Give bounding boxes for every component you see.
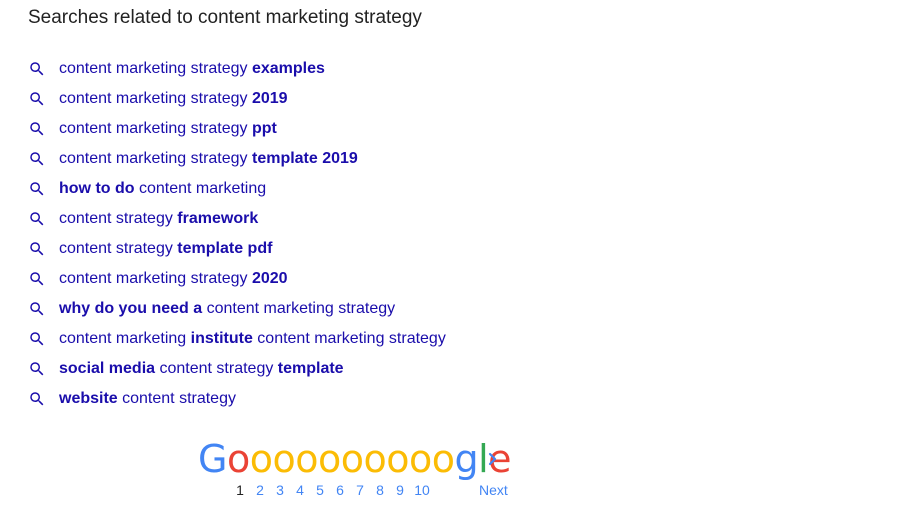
- logo-letter: o: [249, 437, 273, 481]
- related-search-item[interactable]: social media content strategy template: [28, 354, 446, 384]
- related-search-link[interactable]: content strategy template pdf: [59, 240, 272, 258]
- search-icon: [28, 270, 46, 288]
- query-bold-segment: institute: [190, 330, 253, 347]
- query-bold-segment: 2019: [251, 90, 288, 107]
- page-link[interactable]: 3: [270, 482, 290, 498]
- related-searches-list: content marketing strategy examples conte…: [28, 54, 446, 414]
- related-search-item[interactable]: content marketing strategy 2019: [28, 84, 446, 114]
- logo-letter: g: [454, 437, 479, 481]
- related-search-item[interactable]: content strategy framework: [28, 204, 446, 234]
- query-bold-segment: social media: [59, 360, 156, 377]
- related-search-link[interactable]: how to do content marketing: [59, 180, 266, 198]
- search-icon: [28, 90, 46, 108]
- logo-letter: o: [363, 437, 387, 481]
- search-icon: [28, 240, 46, 258]
- page-link[interactable]: 5: [310, 482, 330, 498]
- related-search-link[interactable]: content marketing strategy ppt: [59, 120, 277, 138]
- logo-letter: o: [408, 437, 432, 481]
- query-bold-segment: template 2019: [251, 150, 358, 167]
- search-icon: [28, 330, 46, 348]
- logo-letter: o: [317, 437, 341, 481]
- related-search-item[interactable]: content marketing strategy ppt: [28, 114, 446, 144]
- page-link[interactable]: 6: [330, 482, 350, 498]
- query-segment: content strategy: [117, 390, 236, 407]
- related-search-item[interactable]: website content strategy: [28, 384, 446, 414]
- related-search-link[interactable]: why do you need a content marketing stra…: [59, 300, 395, 318]
- related-search-link[interactable]: content marketing strategy 2019: [59, 90, 288, 108]
- related-search-item[interactable]: content marketing strategy template 2019: [28, 144, 446, 174]
- related-search-item[interactable]: content strategy template pdf: [28, 234, 446, 264]
- logo-letter: o: [386, 437, 409, 481]
- related-search-item[interactable]: content marketing strategy examples: [28, 54, 446, 84]
- query-bold-segment: framework: [177, 210, 259, 227]
- query-segment: content marketing: [59, 330, 191, 347]
- query-segment: content marketing: [134, 180, 267, 197]
- query-bold-segment: template pdf: [177, 240, 273, 257]
- search-icon: [28, 150, 46, 168]
- search-icon: [28, 360, 46, 378]
- query-segment: content marketing strategy: [202, 300, 396, 317]
- query-bold-segment: website: [59, 390, 118, 407]
- pagination: Goooooooooogle 1 2 3 4 5 6 7 8 9 10 Next: [0, 437, 905, 507]
- google-pagination-logo: Goooooooooogle: [198, 437, 512, 481]
- logo-letter: o: [226, 437, 250, 481]
- page-link[interactable]: 4: [290, 482, 310, 498]
- related-search-link[interactable]: content marketing strategy template 2019: [59, 150, 358, 168]
- query-segment: content marketing strategy: [59, 270, 252, 287]
- query-bold-segment: template: [277, 360, 344, 377]
- related-search-item[interactable]: how to do content marketing: [28, 174, 446, 204]
- logo-letter: o: [295, 437, 318, 481]
- chevron-right-icon[interactable]: [486, 449, 500, 469]
- page-numbers: 1 2 3 4 5 6 7 8 9 10: [230, 482, 434, 498]
- related-search-item[interactable]: content marketing institute content mark…: [28, 324, 446, 354]
- related-search-link[interactable]: social media content strategy template: [59, 360, 344, 378]
- page-link[interactable]: 10: [410, 482, 434, 498]
- query-bold-segment: ppt: [251, 120, 277, 137]
- related-search-link[interactable]: website content strategy: [59, 390, 236, 408]
- related-search-item[interactable]: why do you need a content marketing stra…: [28, 294, 446, 324]
- page-link[interactable]: 7: [350, 482, 370, 498]
- related-searches-heading: Searches related to content marketing st…: [28, 7, 422, 28]
- query-segment: content marketing strategy: [59, 150, 252, 167]
- query-segment: content strategy: [59, 240, 178, 257]
- query-segment: content strategy: [59, 210, 178, 227]
- search-icon: [28, 180, 46, 198]
- query-bold-segment: examples: [251, 60, 325, 77]
- query-segment: content marketing strategy: [59, 120, 252, 137]
- page-link[interactable]: 2: [250, 482, 270, 498]
- current-page-number: 1: [236, 482, 244, 498]
- logo-letter: o: [340, 437, 364, 481]
- logo-letter: G: [198, 437, 227, 481]
- query-segment: content marketing strategy: [59, 60, 252, 77]
- related-search-link[interactable]: content marketing institute content mark…: [59, 330, 446, 348]
- next-page-link[interactable]: Next: [479, 482, 508, 498]
- query-segment: content marketing strategy: [252, 330, 446, 347]
- search-icon: [28, 210, 46, 228]
- search-icon: [28, 120, 46, 138]
- query-bold-segment: why do you need a: [59, 300, 203, 317]
- page-link[interactable]: 8: [370, 482, 390, 498]
- query-bold-segment: how to do: [59, 180, 135, 197]
- logo-letter: o: [431, 437, 455, 481]
- query-bold-segment: 2020: [251, 270, 288, 287]
- query-segment: content strategy: [155, 360, 278, 377]
- search-icon: [28, 60, 46, 78]
- related-search-link[interactable]: content strategy framework: [59, 210, 258, 228]
- search-icon: [28, 390, 46, 408]
- logo-letter: o: [272, 437, 296, 481]
- related-search-link[interactable]: content marketing strategy examples: [59, 60, 325, 78]
- search-icon: [28, 300, 46, 318]
- related-search-link[interactable]: content marketing strategy 2020: [59, 270, 288, 288]
- related-search-item[interactable]: content marketing strategy 2020: [28, 264, 446, 294]
- page-link[interactable]: 9: [390, 482, 410, 498]
- query-segment: content marketing strategy: [59, 90, 252, 107]
